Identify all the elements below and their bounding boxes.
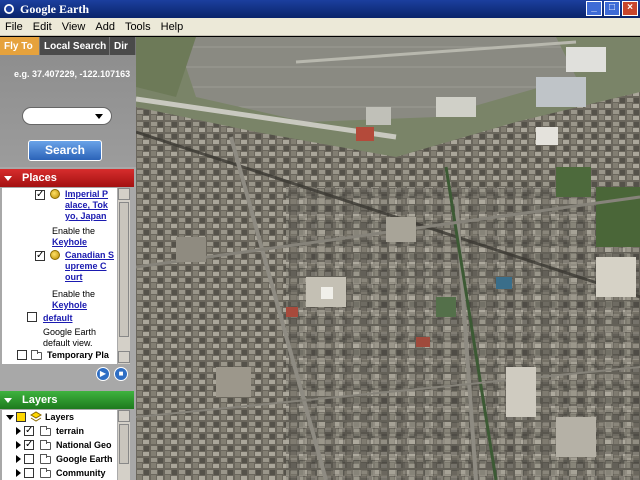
layer-checkbox[interactable]	[16, 412, 26, 422]
scroll-down-button[interactable]	[118, 351, 130, 363]
menu-file[interactable]: File	[0, 21, 28, 33]
menu-tools[interactable]: Tools	[120, 21, 156, 33]
left-panel: Fly To Local Search Dir e.g. 37.407229, …	[0, 37, 136, 480]
coords-hint: e.g. 37.407229, -122.107163	[14, 69, 131, 79]
search-button[interactable]: Search	[28, 140, 102, 161]
list-item[interactable]: Temporary Pla	[47, 350, 109, 361]
layer-label[interactable]: Layers	[45, 412, 74, 424]
google-earth-icon	[2, 2, 16, 16]
place-link[interactable]: Imperial P	[65, 189, 108, 200]
places-title: Places	[22, 172, 57, 184]
list-item[interactable]: Canadian S upreme C ourt	[65, 250, 114, 283]
list-item: Enable the Keyhole	[52, 226, 95, 248]
layers-scrollbar[interactable]	[117, 410, 130, 480]
folder-icon	[31, 350, 42, 360]
layer-label[interactable]: Google Earth	[56, 454, 113, 466]
expand-icon[interactable]	[16, 427, 21, 435]
layers-header[interactable]: Layers	[0, 391, 134, 409]
chevron-down-icon[interactable]	[95, 114, 103, 119]
close-button[interactable]: ×	[622, 1, 638, 16]
minimize-button[interactable]: _	[586, 1, 602, 16]
description-text: Google Earth	[43, 327, 97, 337]
place-link[interactable]: ourt	[65, 272, 114, 283]
location-input[interactable]	[22, 107, 112, 125]
tab-fly-to[interactable]: Fly To	[0, 37, 40, 55]
window-title: Google Earth	[20, 1, 89, 16]
search-tabs: Fly To Local Search Dir	[0, 37, 136, 55]
keyhole-link[interactable]: Keyhole	[52, 300, 95, 311]
layers-tree: Layers terrain National Geo Google Earth…	[2, 410, 117, 480]
placemark-icon	[50, 189, 60, 199]
tab-local-search[interactable]: Local Search	[40, 37, 110, 55]
places-nav: ▶ ■	[96, 367, 128, 381]
menu-view[interactable]: View	[57, 21, 91, 33]
folder-icon	[40, 468, 51, 478]
place-link[interactable]: Canadian S	[65, 250, 114, 261]
menu-add[interactable]: Add	[90, 21, 120, 33]
scroll-up-button[interactable]	[118, 410, 130, 422]
place-checkbox[interactable]	[27, 312, 37, 322]
place-link[interactable]: alace, Tok	[65, 200, 108, 211]
layer-label[interactable]: Community	[56, 468, 106, 480]
menu-help[interactable]: Help	[156, 21, 189, 33]
note-text: Enable the	[52, 226, 96, 236]
places-header[interactable]: Places	[0, 169, 134, 187]
place-link[interactable]: yo, Japan	[65, 211, 108, 222]
expand-icon[interactable]	[16, 469, 21, 477]
expand-icon[interactable]	[16, 441, 21, 449]
scroll-up-button[interactable]	[118, 188, 130, 200]
place-checkbox[interactable]	[17, 350, 27, 360]
layers-title: Layers	[22, 394, 58, 406]
place-checkbox[interactable]	[35, 250, 45, 261]
note-text: Enable the	[52, 289, 96, 299]
tab-directions[interactable]: Dir	[110, 37, 136, 55]
map-view[interactable]	[136, 37, 640, 480]
play-tour-button[interactable]: ▶	[96, 367, 110, 381]
expand-icon[interactable]	[16, 455, 21, 463]
list-item: Enable the Keyhole	[52, 289, 95, 311]
folder-icon	[40, 454, 51, 464]
place-link[interactable]: default	[43, 313, 73, 324]
layer-label[interactable]: National Geo	[56, 440, 112, 452]
folder-icon	[40, 426, 51, 436]
scroll-thumb[interactable]	[119, 424, 129, 464]
expand-icon[interactable]	[6, 415, 14, 420]
places-scrollbar[interactable]	[117, 188, 130, 364]
collapse-icon[interactable]	[4, 397, 12, 403]
layer-checkbox[interactable]	[24, 454, 34, 464]
keyhole-link[interactable]: Keyhole	[52, 237, 95, 248]
layers-icon	[30, 411, 42, 426]
layer-label[interactable]: terrain	[56, 426, 84, 438]
places-tree: Imperial P alace, Tok yo, Japan Enable t…	[2, 188, 117, 364]
scroll-thumb[interactable]	[119, 202, 129, 337]
list-item[interactable]: Imperial P alace, Tok yo, Japan	[65, 189, 108, 222]
menu-edit[interactable]: Edit	[28, 21, 57, 33]
satellite-imagery[interactable]	[136, 37, 640, 480]
layer-checkbox[interactable]	[24, 425, 34, 436]
description-text: default view.	[43, 338, 93, 348]
title-bar: Google Earth _ □ ×	[0, 0, 640, 18]
maximize-button[interactable]: □	[604, 1, 620, 16]
layer-checkbox[interactable]	[24, 468, 34, 478]
placemark-icon	[50, 250, 60, 260]
fly-to-panel: e.g. 37.407229, -122.107163 Search	[0, 55, 136, 167]
stop-tour-button[interactable]: ■	[114, 367, 128, 381]
place-link[interactable]: upreme C	[65, 261, 114, 272]
folder-icon	[40, 440, 51, 450]
collapse-icon[interactable]	[4, 175, 12, 181]
list-item: Google Earth default view.	[43, 327, 96, 349]
menu-bar: File Edit View Add Tools Help	[0, 18, 640, 36]
place-checkbox[interactable]	[35, 189, 45, 200]
layer-checkbox[interactable]	[24, 439, 34, 450]
